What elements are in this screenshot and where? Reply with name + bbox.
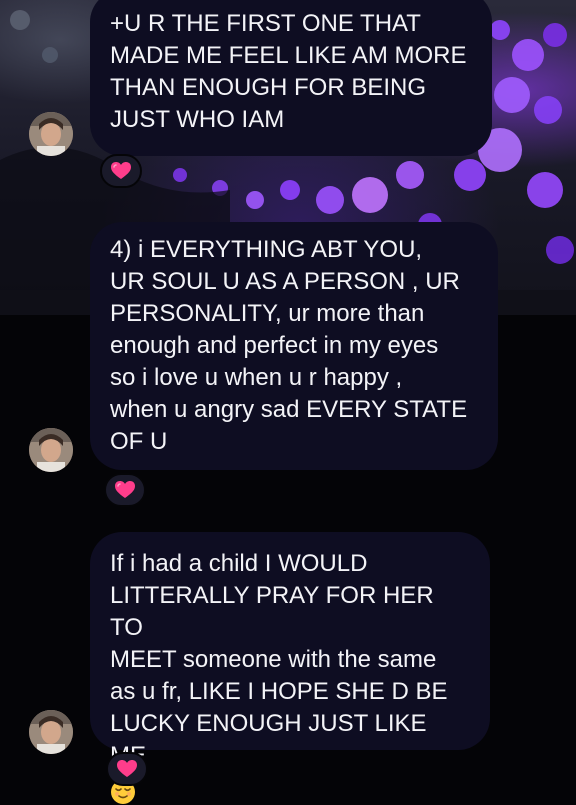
chat-thread: +U R THE FIRST ONE THAT MADE ME FEEL LIK… — [0, 0, 576, 804]
avatar[interactable] — [29, 112, 73, 156]
heart-reaction[interactable] — [106, 752, 148, 786]
avatar[interactable] — [29, 428, 73, 472]
heart-reaction[interactable] — [100, 154, 142, 188]
heart-icon — [115, 481, 135, 498]
heart-reaction[interactable] — [104, 473, 146, 507]
message-text: 4) i EVERYTHING ABT YOU, UR SOUL U AS A … — [110, 236, 468, 455]
message-bubble[interactable]: 4) i EVERYTHING ABT YOU, UR SOUL U AS A … — [90, 222, 498, 470]
heart-icon — [111, 162, 131, 179]
heart-icon — [117, 760, 137, 777]
avatar[interactable] — [29, 710, 73, 754]
message-bubble[interactable]: +U R THE FIRST ONE THAT MADE ME FEEL LIK… — [90, 0, 492, 156]
message-text: +U R THE FIRST ONE THAT MADE ME FEEL LIK… — [110, 10, 467, 133]
message-text: If i had a child I WOULD LITTERALLY PRAY… — [110, 550, 448, 769]
message-bubble[interactable]: If i had a child I WOULD LITTERALLY PRAY… — [90, 532, 490, 804]
